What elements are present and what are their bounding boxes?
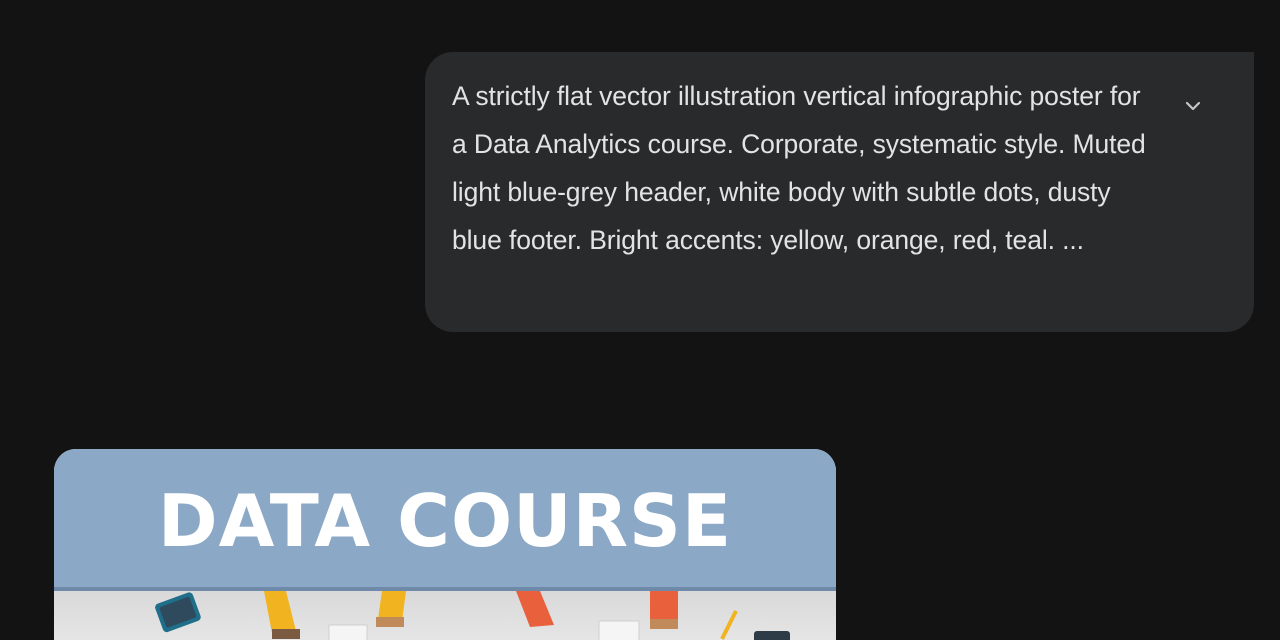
chat-page: A strictly flat vector illustration vert…	[0, 0, 1280, 640]
tablet-icon	[155, 592, 201, 633]
arm-yellow-left	[264, 591, 300, 639]
expand-message-button[interactable]	[1177, 90, 1209, 122]
arm-yellow-right	[376, 591, 406, 627]
user-message-bubble: A strictly flat vector illustration vert…	[425, 52, 1254, 332]
arm-orange-right	[650, 591, 678, 629]
generated-image[interactable]: DATA COURSE	[54, 449, 836, 640]
arm-orange-left	[516, 591, 554, 627]
poster-title: DATA COURSE	[157, 479, 733, 563]
chevron-down-icon	[1185, 101, 1201, 111]
user-message-text: A strictly flat vector illustration vert…	[452, 81, 1146, 255]
poster-header: DATA COURSE	[54, 449, 836, 587]
paper-sheet-2	[598, 620, 640, 640]
pencil-icon	[720, 610, 738, 640]
poster-body	[54, 591, 836, 640]
poster-illustration	[155, 591, 790, 640]
device-icon	[754, 631, 790, 640]
paper-sheet	[328, 624, 368, 640]
